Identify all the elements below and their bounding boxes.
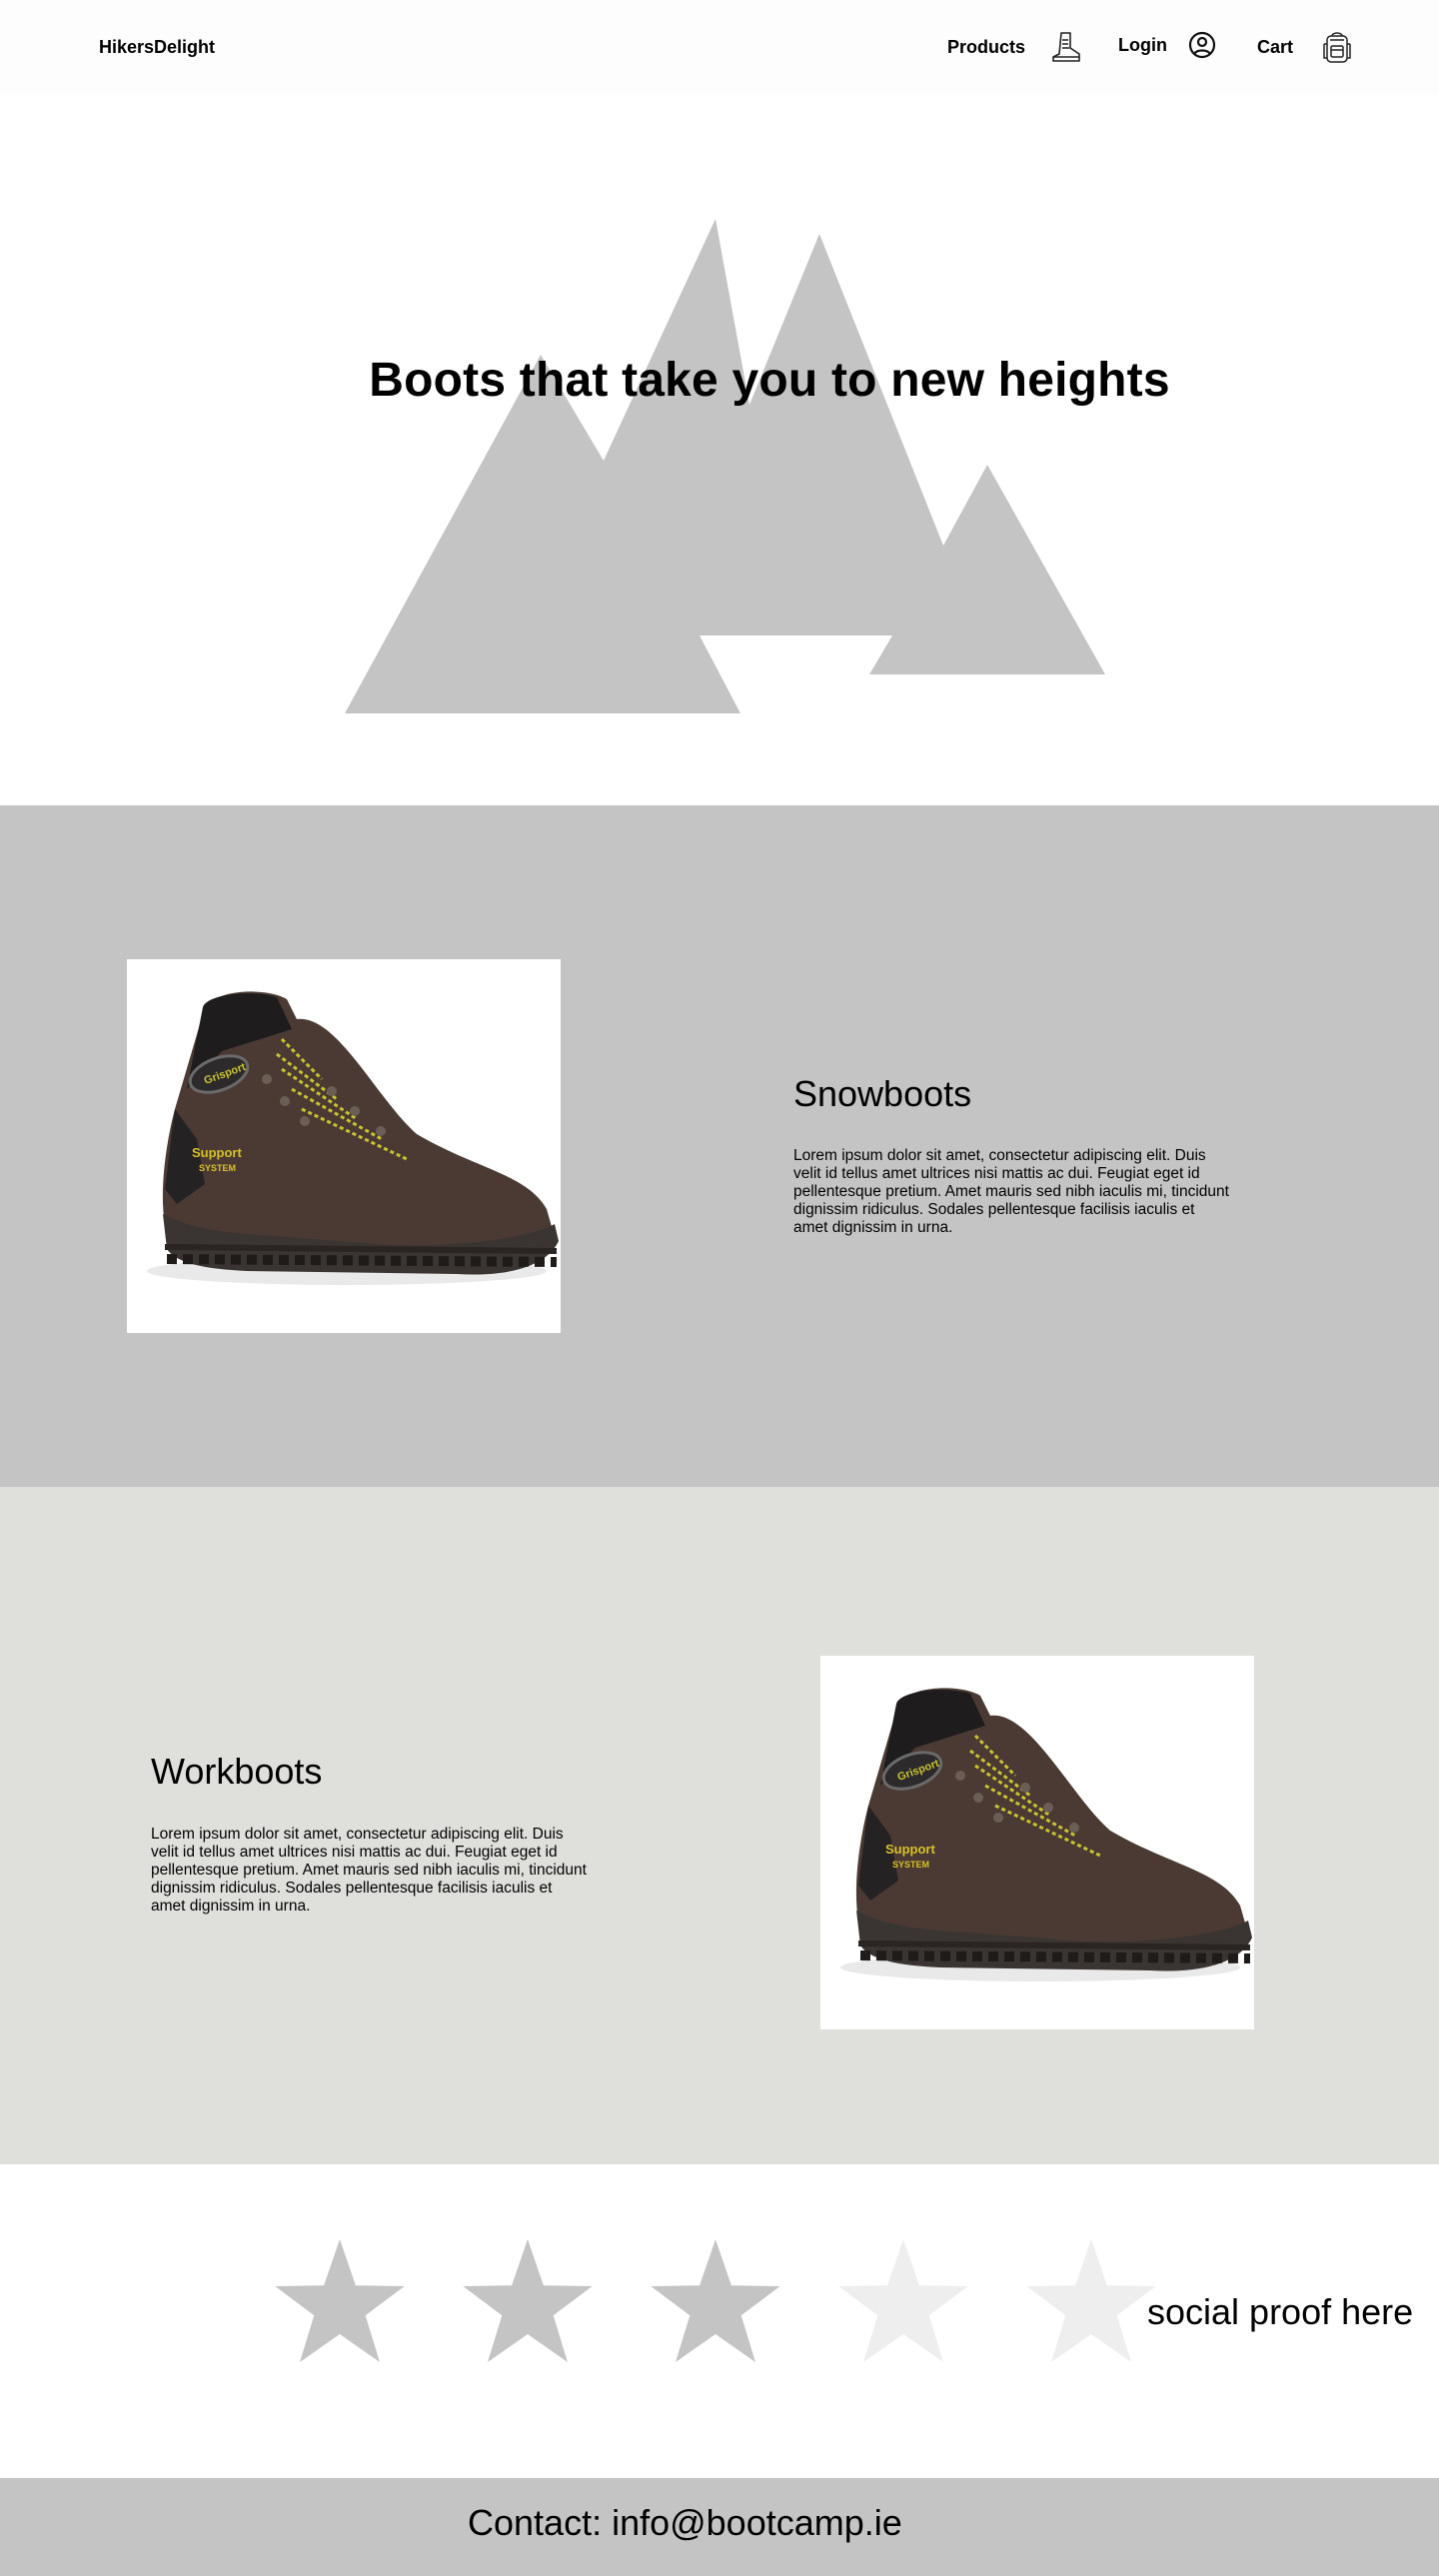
site-footer: Contact: info@bootcamp.ie bbox=[0, 2478, 1439, 2576]
product-section-workboots: Workboots Lorem ipsum dolor sit amet, co… bbox=[0, 1487, 1439, 2164]
contact-email[interactable]: Contact: info@bootcamp.ie bbox=[468, 2502, 902, 2544]
star-empty-icon bbox=[1026, 2239, 1156, 2362]
social-proof-text: social proof here bbox=[1147, 2291, 1414, 2332]
product-section-snowboots: Grisport Support SYSTEM Snowboots Lorem … bbox=[0, 805, 1439, 1487]
star-filled-icon bbox=[463, 2239, 593, 2362]
snowboot-image[interactable]: Grisport Support SYSTEM bbox=[127, 959, 561, 1333]
workboots-description: Lorem ipsum dolor sit amet, consectetur … bbox=[151, 1826, 587, 1915]
nav-products[interactable]: Products bbox=[947, 30, 1083, 64]
star-filled-icon bbox=[275, 2239, 405, 2362]
hero-section: Boots that take you to new heights bbox=[0, 95, 1439, 805]
boot-tag-text-1: Support bbox=[885, 1842, 935, 1857]
backpack-icon bbox=[1321, 30, 1353, 64]
star-empty-icon bbox=[838, 2239, 968, 2362]
site-logo[interactable]: HikersDelight bbox=[99, 37, 215, 58]
workboots-heading: Workboots bbox=[151, 1751, 323, 1792]
boot-tag-text-1: Support bbox=[192, 1145, 242, 1160]
snowboots-description: Lorem ipsum dolor sit amet, consectetur … bbox=[793, 1147, 1229, 1236]
hero-title: Boots that take you to new heights bbox=[369, 354, 1170, 407]
nav-cart-label: Cart bbox=[1257, 36, 1294, 57]
boot-illustration: Grisport Support SYSTEM bbox=[147, 991, 559, 1285]
boot-tag-text-2: SYSTEM bbox=[892, 1860, 929, 1870]
snowboots-heading: Snowboots bbox=[793, 1073, 972, 1114]
star-filled-icon bbox=[651, 2239, 780, 2362]
nav-login-label: Login bbox=[1118, 34, 1167, 55]
boot-illustration: Grisport Support SYSTEM bbox=[840, 1688, 1252, 1981]
workboot-image[interactable]: Grisport Support SYSTEM bbox=[820, 1656, 1254, 2029]
nav-products-label: Products bbox=[947, 36, 1026, 57]
boot-tag-text-2: SYSTEM bbox=[199, 1163, 236, 1173]
user-circle-icon bbox=[1187, 30, 1217, 60]
mountains-illustration bbox=[345, 219, 1105, 713]
nav-login[interactable]: Login bbox=[1118, 30, 1217, 60]
boot-icon bbox=[1049, 30, 1083, 64]
site-header: HikersDelight Products Login Cart bbox=[0, 0, 1439, 95]
social-proof-section: social proof here bbox=[0, 2164, 1439, 2478]
nav-cart[interactable]: Cart bbox=[1257, 30, 1353, 64]
